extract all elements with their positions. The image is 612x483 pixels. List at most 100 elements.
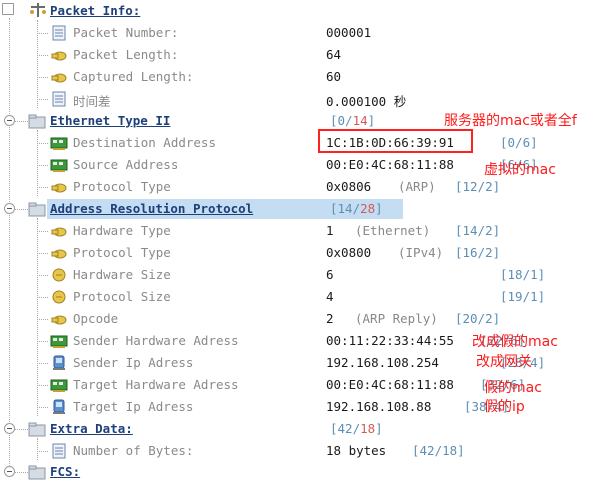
key-icon: [51, 51, 67, 61]
field-name: Protocol Type: [73, 179, 171, 194]
tree-branch: [37, 363, 48, 364]
field-value: 00:11:22:33:44:55: [326, 333, 454, 348]
field-hardware-type[interactable]: Hardware Type 1 (Ethernet) [14/2]: [0, 220, 612, 242]
field-offset: [14/2]: [455, 223, 501, 238]
field-value: 0.000100 秒: [326, 94, 407, 109]
folder-icon: [28, 114, 46, 129]
field-captured-length[interactable]: Captured Length: 60: [0, 66, 612, 88]
folder-icon: [28, 202, 46, 217]
network-card-icon: [50, 335, 68, 348]
section-title: Ethernet Type II: [50, 113, 171, 128]
tree-branch: [15, 121, 28, 122]
field-value: 00:E0:4C:68:11:88: [326, 157, 454, 172]
field-name: Destination Address: [73, 135, 216, 150]
field-name: Protocol Type: [73, 245, 171, 260]
field-packet-number[interactable]: Packet Number: 000001: [0, 22, 612, 44]
field-hardware-size[interactable]: Hardware Size 6 [18/1]: [0, 264, 612, 286]
tree-branch: [37, 231, 48, 232]
collapse-toggle[interactable]: [2, 3, 14, 15]
collapse-toggle[interactable]: [4, 466, 15, 477]
tree-branch: [37, 275, 48, 276]
document-icon: [52, 91, 66, 107]
key-icon: [51, 249, 67, 259]
tree-branch: [37, 99, 48, 100]
network-card-icon: [50, 159, 68, 172]
document-icon: [52, 25, 66, 41]
field-number-of-bytes[interactable]: Number of Bytes: 18 bytes [42/18]: [0, 440, 612, 462]
field-offset: [0/6]: [500, 135, 538, 150]
field-name: Hardware Size: [73, 267, 171, 282]
field-offset: [42/18]: [412, 443, 465, 458]
field-offset: [19/1]: [500, 289, 546, 304]
section-offset: [14/28]: [330, 201, 383, 216]
section-title: Packet Info:: [50, 3, 141, 18]
network-card-icon: [50, 379, 68, 392]
field-name: Source Address: [73, 157, 179, 172]
field-name: Packet Length:: [73, 47, 179, 62]
section-offset: [0/14]: [330, 113, 376, 128]
field-packet-length[interactable]: Packet Length: 64: [0, 44, 612, 66]
field-value: 6: [326, 267, 334, 282]
tree-branch: [15, 472, 28, 473]
tree-branch: [37, 297, 48, 298]
section-arp[interactable]: Address Resolution Protocol [14/28]: [0, 198, 612, 220]
network-card-icon: [50, 137, 68, 150]
field-name: Target Ip Adress: [73, 399, 194, 414]
field-description: (ARP Reply): [355, 311, 438, 326]
field-protocol-size[interactable]: Protocol Size 4 [19/1]: [0, 286, 612, 308]
section-fcs[interactable]: FCS:: [0, 461, 612, 483]
section-offset: [42/18]: [330, 421, 383, 436]
field-opcode[interactable]: Opcode 2 (ARP Reply) [20/2]: [0, 308, 612, 330]
field-value: 64: [326, 47, 342, 62]
collapse-toggle[interactable]: [4, 203, 15, 214]
network-icon: [30, 3, 46, 17]
field-value: 192.168.108.88: [326, 399, 432, 414]
section-title: Address Resolution Protocol: [50, 201, 254, 216]
tree-branch: [37, 55, 48, 56]
annotation-virtual-mac: 虚拟的mac: [484, 162, 556, 178]
collapse-toggle[interactable]: [4, 115, 15, 126]
field-name: Sender Ip Adress: [73, 355, 194, 370]
folder-icon: [28, 422, 46, 437]
tree-branch: [37, 341, 48, 342]
circle-bullet-icon: [52, 268, 66, 282]
field-destination-address[interactable]: Destination Address 1C:1B:0D:66:39:91 [0…: [0, 132, 612, 154]
tree-branch: [37, 407, 48, 408]
tree-branch: [37, 385, 48, 386]
key-icon: [51, 227, 67, 237]
annotation-fake-mac: 改成假的mac: [472, 334, 558, 350]
field-value: 0x0800: [326, 245, 372, 260]
document-icon: [52, 443, 66, 459]
field-protocol-type[interactable]: Protocol Type 0x0806 (ARP) [12/2]: [0, 176, 612, 198]
section-title: FCS:: [50, 464, 81, 479]
field-protocol-type[interactable]: Protocol Type 0x0800 (IPv4) [16/2]: [0, 242, 612, 264]
field-name: Captured Length:: [73, 69, 194, 84]
annotation-gateway: 改成网关: [476, 354, 532, 370]
section-extra-data[interactable]: Extra Data: [42/18]: [0, 418, 612, 440]
computer-icon: [53, 355, 65, 370]
field-value: 4: [326, 289, 334, 304]
field-value: 000001: [326, 25, 372, 40]
field-offset: [18/1]: [500, 267, 546, 282]
field-name: Sender Hardware Adress: [73, 333, 239, 348]
annotation-server-mac: 服务器的mac或者全f: [444, 113, 577, 129]
field-value: 2: [326, 311, 334, 326]
tree-branch: [37, 165, 48, 166]
section-title: Extra Data:: [50, 421, 133, 436]
field-offset: [20/2]: [455, 311, 501, 326]
tree-branch: [37, 253, 48, 254]
field-value: 1: [326, 223, 334, 238]
field-time-delta[interactable]: 时间差 0.000100 秒: [0, 88, 612, 110]
field-offset: [12/2]: [455, 179, 501, 194]
collapse-toggle[interactable]: [4, 423, 15, 434]
key-icon: [51, 315, 67, 325]
field-name: Protocol Size: [73, 289, 171, 304]
field-offset: [16/2]: [455, 245, 501, 260]
tree-branch: [15, 429, 28, 430]
field-name: Number of Bytes:: [73, 443, 194, 458]
tree-branch: [15, 209, 28, 210]
section-packet-info[interactable]: Packet Info:: [0, 0, 612, 22]
field-name: Hardware Type: [73, 223, 171, 238]
tree-branch: [37, 143, 48, 144]
field-name: Packet Number:: [73, 25, 179, 40]
